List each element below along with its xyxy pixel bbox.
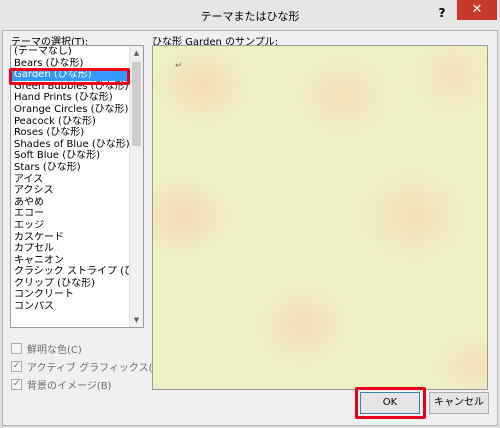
theme-list-item[interactable]: コンクリート bbox=[11, 289, 131, 301]
theme-list-item[interactable]: Stars (ひな形) bbox=[11, 162, 131, 174]
theme-list-item[interactable]: Soft Blue (ひな形) bbox=[11, 150, 131, 162]
theme-list-item[interactable]: (テーマなし) bbox=[11, 46, 131, 58]
theme-list-item[interactable]: エコー bbox=[11, 208, 131, 220]
theme-list-item[interactable]: Shades of Blue (ひな形) bbox=[11, 139, 131, 151]
ok-button[interactable]: OK bbox=[360, 392, 420, 414]
scroll-down-icon[interactable]: ▼ bbox=[130, 313, 143, 327]
theme-list-item[interactable]: Orange Circles (ひな形) bbox=[11, 104, 131, 116]
theme-list-scrollbar[interactable]: ▲ ▼ bbox=[129, 46, 143, 327]
active-graphics-checkbox[interactable]: ✓ アクティブ グラフィックス(G) bbox=[11, 359, 165, 374]
dialog-title: テーマまたはひな形 bbox=[200, 10, 300, 23]
theme-list-item[interactable]: アクシス bbox=[11, 185, 131, 197]
theme-list-item[interactable]: カスケード bbox=[11, 232, 131, 244]
background-image-checkbox[interactable]: ✓ 背景のイメージ(B) bbox=[11, 377, 112, 392]
active-graphics-box: ✓ bbox=[11, 360, 22, 372]
theme-list-item[interactable]: クリップ (ひな形) bbox=[11, 278, 131, 290]
theme-list-item[interactable]: コンパス bbox=[11, 301, 131, 313]
vivid-colors-box bbox=[11, 342, 22, 354]
background-image-label: 背景のイメージ(B) bbox=[27, 380, 112, 392]
theme-list-item[interactable]: あやめ bbox=[11, 197, 131, 209]
title-bar: テーマまたはひな形 ? ✕ bbox=[0, 0, 500, 30]
scroll-thumb[interactable] bbox=[132, 62, 141, 146]
theme-listbox[interactable]: (テーマなし) Bears (ひな形) Garden (ひな形) Green Bubb… bbox=[10, 45, 144, 328]
scroll-up-icon[interactable]: ▲ bbox=[130, 46, 143, 60]
theme-sample-preview: ↵ bbox=[152, 45, 488, 390]
close-button[interactable]: ✕ bbox=[457, 0, 497, 20]
theme-list-item[interactable]: カプセル bbox=[11, 243, 131, 255]
active-graphics-label: アクティブ グラフィックス(G) bbox=[27, 362, 165, 374]
theme-list-item[interactable]: クラシック ストライプ (ひな形) bbox=[11, 266, 131, 278]
theme-list-item[interactable]: Hand Prints (ひな形) bbox=[11, 92, 131, 104]
paragraph-mark-icon: ↵ bbox=[175, 61, 183, 71]
theme-list-items: (テーマなし) Bears (ひな形) Garden (ひな形) Green Bubb… bbox=[11, 46, 131, 313]
theme-list-item[interactable]: アイス bbox=[11, 174, 131, 186]
vivid-colors-checkbox[interactable]: 鮮明な色(C) bbox=[11, 341, 82, 356]
background-image-box: ✓ bbox=[11, 378, 22, 390]
cancel-button[interactable]: キャンセル bbox=[429, 392, 489, 414]
theme-list-item[interactable]: Peacock (ひな形) bbox=[11, 116, 131, 128]
theme-list-item[interactable]: キャニオン bbox=[11, 255, 131, 267]
theme-list-item[interactable]: エッジ bbox=[11, 220, 131, 232]
selection-highlight-annotation bbox=[9, 68, 130, 85]
help-button[interactable]: ? bbox=[432, 4, 452, 22]
theme-list-item[interactable]: Roses (ひな形) bbox=[11, 127, 131, 139]
vivid-colors-label: 鮮明な色(C) bbox=[27, 344, 82, 356]
